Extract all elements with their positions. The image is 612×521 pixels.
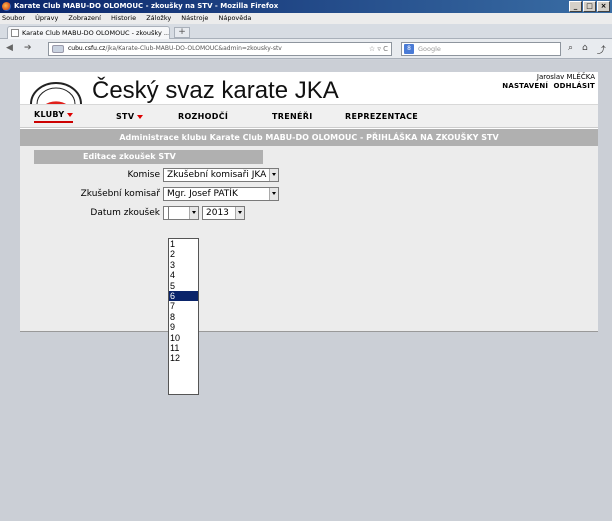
month-option[interactable]: 9 <box>169 322 198 332</box>
maximize-button[interactable]: □ <box>583 1 596 12</box>
search-magnifier-icon[interactable]: ⌕ <box>568 43 573 56</box>
month-option[interactable]: 11 <box>169 343 198 353</box>
year-value: 2013 <box>206 208 229 218</box>
month-option[interactable]: 8 <box>169 312 198 322</box>
dropdown-triangle-icon <box>137 114 144 119</box>
month-option[interactable]: 7 <box>169 301 198 311</box>
firefox-icon <box>2 2 11 11</box>
user-box: Jaroslav MLĚČKA NASTAVENÍ ODHLÁSIT <box>499 73 595 91</box>
menu-historie[interactable]: Historie <box>111 14 136 22</box>
tab-title: Karate Club MABU-DO OLOMOUC - zkoušky ..… <box>22 29 170 37</box>
month-option[interactable]: 10 <box>169 333 198 343</box>
back-arrow-icon[interactable]: ◀ <box>6 43 13 53</box>
month-option[interactable]: 5 <box>169 281 198 291</box>
komisar-select[interactable]: Mgr. Josef PATÍK <box>163 187 279 201</box>
page-divider <box>20 331 598 332</box>
menu-zobrazeni[interactable]: Zobrazení <box>68 14 101 22</box>
chevron-down-icon[interactable] <box>235 207 244 219</box>
menu-upravy[interactable]: Úpravy <box>35 14 58 22</box>
forward-arrow-icon[interactable]: ➔ <box>24 43 32 53</box>
menu-item-label: STV <box>116 112 135 121</box>
window-titlebar: Karate Club MABU-DO OLOMOUC - zkoušky na… <box>0 0 612 13</box>
google-icon[interactable]: 8 <box>404 44 414 54</box>
home-icon[interactable]: ⌂ <box>582 43 588 56</box>
month-option[interactable]: 3 <box>169 260 198 270</box>
minimize-button[interactable]: _ <box>569 1 582 12</box>
menu-item-rozhodci[interactable]: ROZHODČÍ <box>178 112 228 121</box>
user-name: Jaroslav MLĚČKA <box>536 73 595 81</box>
settings-link[interactable]: NASTAVENÍ <box>502 82 548 90</box>
menu-zalozky[interactable]: Záložky <box>146 14 171 22</box>
nav-toolbar: ◀ ➔ cubu.csfu.cz/jka/Karate-Club-MABU-DO… <box>0 39 612 59</box>
month-option[interactable]: 2 <box>169 249 198 259</box>
menu-item-label: KLUBY <box>34 110 65 119</box>
menu-item-treneri[interactable]: TRENÉŘI <box>272 112 312 121</box>
menu-nastroje[interactable]: Nástroje <box>181 14 208 22</box>
form-panel: Editace zkoušek STV Komise Zkušební komi… <box>20 146 598 331</box>
dropdown-triangle-icon <box>67 112 74 117</box>
tab-active[interactable]: Karate Club MABU-DO OLOMOUC - zkoušky ..… <box>7 26 170 39</box>
url-host: cubu.csfu.cz <box>68 45 106 52</box>
browser-menubar: Soubor Úpravy Zobrazení Historie Záložky… <box>0 13 612 24</box>
month-option[interactable]: 1 <box>169 239 198 249</box>
menu-item-kluby[interactable]: KLUBY <box>34 110 74 123</box>
komisar-label: Zkušební komisař <box>80 189 160 199</box>
month-option[interactable]: 4 <box>169 270 198 280</box>
datum-label: Datum zkoušek <box>90 208 160 218</box>
url-bar[interactable]: cubu.csfu.cz/jka/Karate-Club-MABU-DO-OLO… <box>48 42 392 56</box>
month-option-highlighted[interactable]: 6 <box>169 290 198 302</box>
form-header: Editace zkoušek STV <box>34 150 263 164</box>
url-path: /jka/Karate-Club-MABU-DO-OLOMOUC&admin=z… <box>105 45 282 52</box>
komise-label: Komise <box>127 170 160 180</box>
site-identity-icon[interactable] <box>52 45 64 53</box>
logout-link[interactable]: ODHLÁSIT <box>553 82 595 90</box>
menu-soubor[interactable]: Soubor <box>2 14 25 22</box>
komise-select[interactable]: Zkušební komisaři JKA k <box>163 168 279 182</box>
search-bar[interactable]: 8 Google <box>401 42 561 56</box>
close-button[interactable]: × <box>597 1 610 12</box>
month-dropdown-list[interactable]: 1 2 3 4 5 6 7 8 9 10 11 12 <box>168 238 199 395</box>
menu-item-reprezentace[interactable]: REPREZENTACE <box>345 112 418 121</box>
page-viewport: Český svaz karate JKA Jaroslav MLĚČKA NA… <box>0 60 612 521</box>
page-content: Český svaz karate JKA Jaroslav MLĚČKA NA… <box>20 72 598 332</box>
site-title: Český svaz karate JKA <box>92 77 339 104</box>
komisar-value: Mgr. Josef PATÍK <box>167 189 238 199</box>
chevron-down-icon[interactable] <box>269 169 278 181</box>
year-select[interactable]: 2013 <box>202 206 245 220</box>
tab-bar: Karate Club MABU-DO OLOMOUC - zkoušky ..… <box>0 24 612 39</box>
new-tab-button[interactable]: + <box>174 27 190 38</box>
menu-napoveda[interactable]: Nápověda <box>218 14 251 22</box>
month-option[interactable]: 12 <box>169 353 198 363</box>
month-select[interactable] <box>168 206 199 220</box>
chevron-down-icon[interactable] <box>189 207 198 219</box>
window-title: Karate Club MABU-DO OLOMOUC - zkoušky na… <box>14 2 279 10</box>
komise-value: Zkušební komisaři JKA k <box>167 170 275 180</box>
main-menu: KLUBY STV ROZHODČÍ TRENÉŘI REPREZENTACE <box>20 104 598 128</box>
menu-item-stv[interactable]: STV <box>116 112 144 121</box>
bookmark-star-icon[interactable]: ☆ ▿ C <box>369 43 388 55</box>
chevron-down-icon[interactable] <box>269 188 278 200</box>
extensions-icon[interactable]: ⤴ <box>597 43 606 56</box>
search-placeholder: Google <box>418 45 441 53</box>
page-subtitle: Administrace klubu Karate Club MABU-DO O… <box>20 129 598 146</box>
page-favicon-icon <box>11 29 19 37</box>
